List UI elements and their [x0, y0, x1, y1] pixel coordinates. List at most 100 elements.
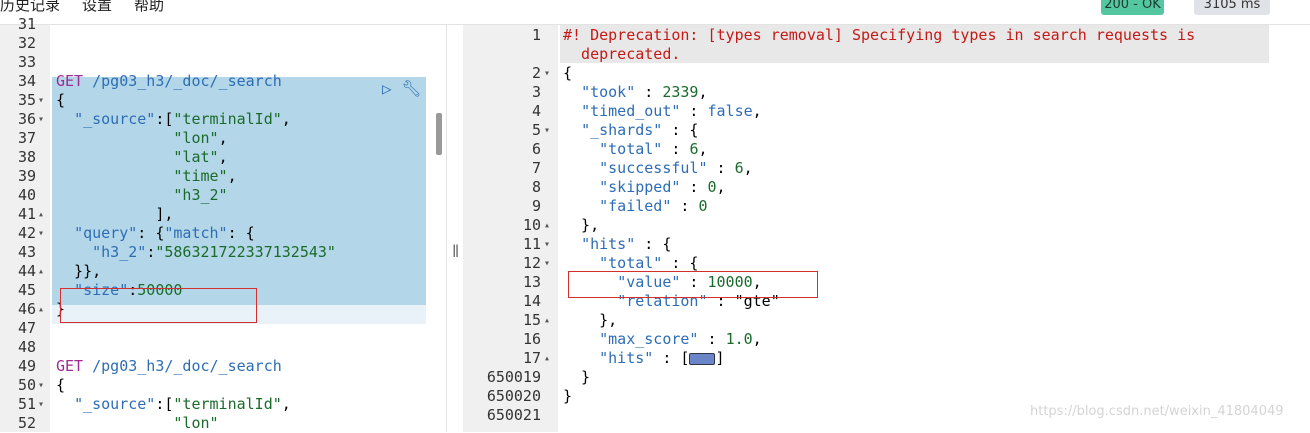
response-line: { — [563, 64, 573, 82]
line-number: 48 — [17, 338, 36, 356]
line-number: 650019 — [486, 368, 541, 386]
line-number: 43 — [17, 243, 36, 261]
code-line[interactable]: ], — [56, 205, 173, 224]
fold-toggle-icon[interactable]: ▾ — [544, 235, 550, 254]
top-bar: 历史记录 设置 帮助 200 - OK 3105 ms — [0, 0, 1310, 25]
code-line[interactable]: "query": {"match": { — [56, 224, 255, 243]
line-number: 41 — [17, 205, 36, 223]
code-line[interactable]: { — [56, 376, 65, 395]
line-number: 31 — [17, 15, 36, 33]
line-number: 13 — [522, 273, 541, 291]
menu-help[interactable]: 帮助 — [134, 0, 164, 14]
fold-toggle-icon[interactable]: ▴ — [544, 311, 550, 330]
line-number: 17 — [522, 349, 541, 367]
code-line[interactable]: "h3_2" — [56, 186, 227, 205]
annotation-box-size — [60, 288, 257, 323]
fold-toggle-icon[interactable]: ▴ — [38, 205, 44, 224]
line-number: 16 — [522, 330, 541, 348]
line-number: 7 — [531, 159, 541, 177]
fold-toggle-icon[interactable]: ▾ — [38, 91, 44, 110]
line-number: 8 — [531, 178, 541, 196]
request-actions: ▷ 🔧︎ — [382, 79, 422, 98]
code-line[interactable]: "lon", — [56, 129, 227, 148]
line-number: 6 — [531, 140, 541, 158]
line-number: 4 — [531, 102, 541, 120]
response-line: }, — [563, 216, 600, 234]
code-line[interactable]: "lat", — [56, 148, 227, 167]
fold-toggle-icon[interactable]: ▾ — [38, 110, 44, 129]
response-line: "max_score" : 1.0, — [599, 330, 762, 348]
line-number: 39 — [17, 167, 36, 185]
line-number: 44 — [17, 262, 36, 280]
fold-toggle-icon[interactable]: ▾ — [544, 64, 550, 83]
resize-grip-icon[interactable]: ‖ — [452, 243, 459, 257]
line-number: 1 — [531, 26, 541, 44]
response-line: } — [563, 387, 573, 405]
menu-bar: 历史记录 设置 帮助 — [0, 0, 186, 15]
response-line: "took" : 2339, — [581, 83, 708, 101]
code-line[interactable]: "time", — [56, 167, 236, 186]
line-number: 35 — [17, 91, 36, 109]
response-line: "total" : 6, — [599, 140, 708, 158]
status-badge: 200 - OK — [1101, 0, 1164, 15]
menu-history[interactable]: 历史记录 — [0, 0, 60, 14]
line-number: 5 — [531, 121, 541, 139]
code-line[interactable]: GET /pg03_h3/_doc/_search — [56, 72, 282, 91]
line-number: 9 — [531, 197, 541, 215]
code-line[interactable]: }}, — [56, 262, 101, 281]
line-number: 46 — [17, 300, 36, 318]
watermark: https://blog.csdn.net/weixin_41804049 — [1030, 404, 1284, 419]
line-number: 650021 — [486, 406, 541, 424]
pane-divider[interactable] — [446, 25, 464, 432]
fold-toggle-icon[interactable]: ▴ — [544, 216, 550, 235]
line-number: 15 — [522, 311, 541, 329]
fold-toggle-icon[interactable]: ▴ — [38, 300, 44, 319]
line-number: 40 — [17, 186, 36, 204]
fold-toggle-icon[interactable]: ▴ — [38, 262, 44, 281]
line-number: 51 — [17, 395, 36, 413]
response-viewer: 1 #! Deprecation: [types removal] Specify… — [463, 25, 1310, 432]
response-line: "timed_out" : false, — [581, 102, 762, 120]
code-line[interactable]: GET /pg03_h3/_doc/_search — [56, 357, 282, 376]
fold-toggle-icon[interactable]: ▾ — [38, 376, 44, 395]
collapsed-array-icon[interactable] — [689, 352, 716, 365]
response-line: "failed" : 0 — [599, 197, 708, 215]
line-number: 45 — [17, 281, 36, 299]
line-number: 14 — [522, 292, 541, 310]
response-line: "hits" : { — [581, 235, 672, 253]
line-number: 33 — [17, 53, 36, 71]
request-editor[interactable]: 31 32 33 34 GET /pg03_h3/_doc/_search 35 ▾{36 ▾… — [0, 15, 444, 433]
fold-toggle-icon[interactable]: ▾ — [38, 395, 44, 414]
editor-scrollbar[interactable] — [436, 113, 442, 155]
code-line[interactable]: "_source":["terminalId", — [56, 110, 291, 129]
line-number: 34 — [17, 72, 36, 90]
code-line[interactable]: { — [56, 91, 65, 110]
play-icon[interactable]: ▷ — [382, 79, 392, 98]
line-number: 650020 — [486, 387, 541, 405]
line-number: 2 — [531, 64, 541, 82]
line-number: 50 — [17, 376, 36, 394]
annotation-box-value — [568, 271, 818, 298]
fold-toggle-icon[interactable]: ▾ — [544, 254, 550, 273]
fold-toggle-icon[interactable]: ▾ — [544, 121, 550, 140]
wrench-icon[interactable]: 🔧︎ — [401, 79, 421, 98]
response-line: #! Deprecation: [types removal] Specifyi… — [563, 26, 1196, 44]
line-number: 42 — [17, 224, 36, 242]
line-number: 47 — [17, 319, 36, 337]
line-number: 37 — [17, 129, 36, 147]
line-number: 52 — [17, 414, 36, 432]
code-line[interactable]: "_source":["terminalId", — [56, 395, 291, 414]
fold-toggle-icon[interactable]: ▾ — [38, 224, 44, 243]
line-number — [463, 45, 541, 64]
fold-toggle-icon[interactable]: ▴ — [544, 349, 550, 368]
line-number: 12 — [522, 254, 541, 272]
line-number: 49 — [17, 357, 36, 375]
response-line: deprecated. — [563, 45, 681, 63]
response-line: "successful" : 6, — [599, 159, 753, 177]
menu-settings[interactable]: 设置 — [82, 0, 112, 14]
line-number: 11 — [522, 235, 541, 253]
line-number: 32 — [17, 34, 36, 52]
code-line[interactable]: "h3_2":"586321722337132543" — [56, 243, 336, 262]
response-line: "skipped" : 0, — [599, 178, 726, 196]
code-line[interactable]: "lon" — [56, 414, 218, 433]
